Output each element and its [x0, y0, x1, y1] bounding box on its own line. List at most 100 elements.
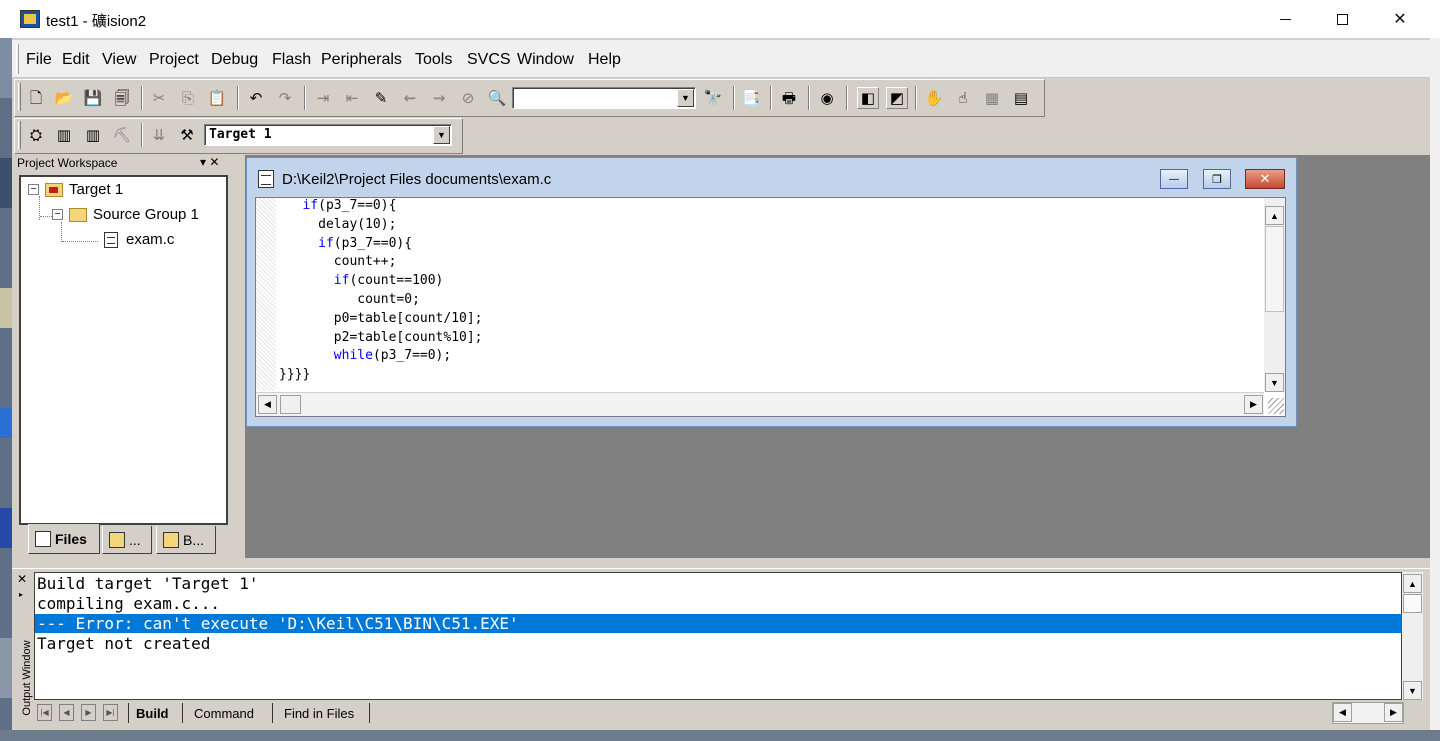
tab-books[interactable]: B...	[156, 526, 216, 554]
scroll-down-icon[interactable]: ▼	[1265, 373, 1284, 392]
toolbar-separator	[237, 86, 239, 110]
menu-edit[interactable]: Edit	[62, 51, 90, 69]
prev-tab-icon[interactable]: ◀	[59, 704, 74, 721]
first-tab-icon[interactable]: |◀	[37, 704, 52, 721]
editor-close-button[interactable]: ✕	[1245, 169, 1285, 189]
menu-window[interactable]: Window	[517, 51, 574, 69]
scroll-right-icon[interactable]: ▶	[1384, 703, 1403, 722]
menu-debug[interactable]: Debug	[211, 51, 258, 69]
tree-item-file[interactable]: exam.c	[104, 231, 174, 248]
cut-icon[interactable]: ✂	[148, 87, 170, 109]
hand-stop-icon[interactable]: ☝	[952, 87, 974, 109]
output-line: Target not created	[37, 634, 211, 653]
menu-peripherals[interactable]: Peripherals	[321, 51, 402, 69]
find-combo[interactable]: ▼	[512, 87, 696, 109]
tree-line	[61, 222, 62, 242]
download-icon[interactable]: ⇊	[148, 124, 170, 146]
bookmark-next-icon[interactable]: ⇝	[428, 87, 450, 109]
scroll-up-icon[interactable]: ▲	[1265, 206, 1284, 225]
editor-horizontal-scrollbar[interactable]	[256, 392, 1264, 416]
code-line: p2=table[count%10];	[279, 330, 483, 345]
code-editor[interactable]	[255, 197, 1286, 417]
resize-grip-icon[interactable]	[1268, 398, 1284, 414]
output-window-toggle-icon[interactable]: ◩	[886, 87, 908, 109]
menu-view[interactable]: View	[102, 51, 136, 69]
menu-svcs[interactable]: SVCS	[467, 51, 511, 69]
translate-icon[interactable]: ⛭	[25, 124, 47, 146]
collapse-icon[interactable]: −	[28, 184, 39, 195]
maximize-button[interactable]	[1313, 0, 1371, 38]
configure-icon[interactable]: ▤	[1010, 87, 1032, 109]
save-all-icon[interactable]: 🗐	[111, 87, 133, 109]
collapse-icon[interactable]: −	[52, 209, 63, 220]
minimize-button[interactable]	[1256, 0, 1314, 38]
chevron-down-icon[interactable]: ▼	[433, 126, 450, 144]
hand-icon[interactable]: ✋	[923, 87, 945, 109]
last-tab-icon[interactable]: ▶|	[103, 704, 118, 721]
redo-icon[interactable]: ↷	[274, 87, 296, 109]
menu-file[interactable]: File	[26, 51, 52, 69]
tab-find-in-files[interactable]: Find in Files	[272, 703, 370, 723]
menu-tools[interactable]: Tools	[415, 51, 452, 69]
editor-restore-button[interactable]: ❐	[1203, 169, 1231, 189]
workspace-controls[interactable]: ▾ ✕	[200, 155, 219, 169]
code-keyword: if	[302, 198, 319, 213]
stop-build-icon[interactable]: ⛏	[111, 124, 133, 146]
build-target-icon[interactable]: ▥	[53, 124, 75, 146]
binoculars-find-icon[interactable]: 🔭	[702, 87, 724, 109]
paste-icon[interactable]: 📋	[206, 87, 228, 109]
editor-scroll-thumb[interactable]	[1265, 226, 1284, 312]
bookmark-clear-icon[interactable]: ⊘	[457, 87, 479, 109]
tab-build[interactable]: Build	[128, 703, 178, 723]
books-tab-icon	[163, 531, 179, 548]
find-in-files-icon[interactable]: 🔍	[486, 87, 508, 109]
tab-regs[interactable]: ...	[102, 526, 152, 554]
new-file-icon[interactable]: 🗋	[25, 87, 47, 109]
output-scroll-thumb[interactable]	[1403, 594, 1422, 613]
bookmark-toggle-icon[interactable]: ✎	[370, 87, 392, 109]
close-icon[interactable]: ✕	[17, 572, 27, 586]
close-button[interactable]: ✕	[1371, 0, 1429, 38]
options-for-target-icon[interactable]: ⚒	[176, 124, 198, 146]
scroll-left-icon[interactable]: ◀	[1333, 703, 1352, 722]
scroll-down-icon[interactable]: ▼	[1403, 681, 1422, 700]
scroll-right-icon[interactable]: ▶	[1244, 395, 1263, 414]
menu-project[interactable]: Project	[149, 51, 199, 69]
print-icon[interactable]: 🖶	[778, 87, 800, 109]
toolbar-grip	[18, 83, 21, 111]
tree-item-target[interactable]: − Target 1	[28, 181, 123, 198]
tab-files-label: Files	[55, 530, 87, 547]
chevron-down-icon[interactable]: ▼	[677, 89, 694, 107]
unindent-icon[interactable]: ⇤	[341, 87, 363, 109]
disabled-tool-icon[interactable]: ▦	[981, 87, 1003, 109]
target-select[interactable]: Target 1 ▼	[204, 124, 452, 146]
tree-line	[62, 241, 98, 242]
indent-icon[interactable]: ⇥	[312, 87, 334, 109]
target-icon	[45, 182, 63, 197]
menu-help[interactable]: Help	[588, 51, 621, 69]
editor-hscroll-thumb[interactable]	[280, 395, 301, 414]
debug-session-icon[interactable]: ◉	[816, 87, 838, 109]
save-icon[interactable]: 💾	[82, 87, 104, 109]
copy-icon[interactable]: ⎘	[177, 87, 199, 109]
output-line-selected: --- Error: can't execute 'D:\Keil\C51\BI…	[35, 614, 1402, 633]
rebuild-all-icon[interactable]: ▥	[82, 124, 104, 146]
scroll-up-icon[interactable]: ▲	[1403, 574, 1422, 593]
toolbar-separator	[915, 86, 917, 110]
editor-minimize-button[interactable]: —	[1160, 169, 1188, 189]
toolbar-separator	[770, 86, 772, 110]
output-window-label-text: Output Window	[21, 640, 33, 716]
workspace-toggle-icon[interactable]: ◧	[857, 87, 879, 109]
source-browse-icon[interactable]: 📑	[740, 87, 762, 109]
undo-icon[interactable]: ↶	[245, 87, 267, 109]
scroll-left-icon[interactable]: ◀	[258, 395, 277, 414]
tab-command[interactable]: Command	[182, 703, 268, 723]
tab-files[interactable]: Files	[28, 524, 100, 554]
code-text: (p3_7==0);	[372, 348, 452, 364]
bookmark-prev-icon[interactable]: ⇜	[399, 87, 421, 109]
next-tab-icon[interactable]: ▶	[81, 704, 96, 721]
menu-flash[interactable]: Flash	[272, 51, 311, 69]
open-folder-icon[interactable]: 📂	[53, 87, 75, 109]
tree-item-source-group[interactable]: − Source Group 1	[52, 206, 199, 223]
